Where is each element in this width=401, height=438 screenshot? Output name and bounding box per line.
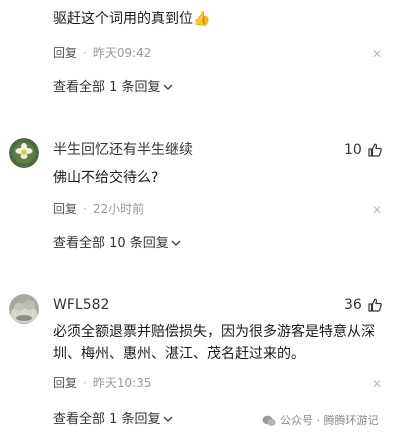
- view-all-replies-button[interactable]: 查看全部 10 条回复: [53, 235, 181, 253]
- thumbs-up-icon: [368, 298, 382, 312]
- thumbs-up-emoji: 👍: [193, 11, 211, 27]
- username[interactable]: 半生回忆还有半生继续: [53, 141, 193, 159]
- comment-time: 昨天10:35: [92, 376, 152, 390]
- like-count: 10: [344, 142, 362, 158]
- chevron-down-icon: [163, 416, 173, 422]
- comment-text: 驱赶这个词用的真到位👍: [53, 11, 211, 27]
- reply-button[interactable]: 回复: [53, 46, 77, 60]
- chevron-down-icon: [171, 240, 181, 246]
- wechat-icon: [262, 415, 276, 426]
- comment-time: 昨天09:42: [92, 46, 152, 60]
- like-button[interactable]: 36: [344, 296, 383, 314]
- comment-meta: 回复 · 22小时前: [53, 202, 145, 216]
- close-icon[interactable]: ✕: [372, 378, 382, 390]
- comment-meta: 回复 · 昨天10:35: [53, 376, 152, 390]
- like-count: 36: [344, 297, 362, 313]
- comment-text: 佛山不给交待么?: [53, 170, 159, 186]
- close-icon[interactable]: ✕: [372, 48, 382, 60]
- chevron-down-icon: [163, 84, 173, 90]
- view-all-replies-button[interactable]: 查看全部 1 条回复: [53, 411, 173, 429]
- avatar[interactable]: [9, 138, 39, 168]
- thumbs-up-icon: [368, 143, 382, 157]
- avatar[interactable]: [9, 294, 39, 324]
- watermark: 公众号 · 腾腾环游记: [262, 414, 379, 428]
- comment-time: 22小时前: [92, 202, 145, 216]
- comment-meta: 回复 · 昨天09:42: [53, 46, 152, 60]
- reply-button[interactable]: 回复: [53, 376, 77, 390]
- reply-button[interactable]: 回复: [53, 202, 77, 216]
- view-all-replies-button[interactable]: 查看全部 1 条回复: [53, 79, 173, 97]
- close-icon[interactable]: ✕: [372, 204, 382, 216]
- comment-text-line: 必须全额退票并赔偿损失，因为很多游客是特意从深: [53, 324, 375, 340]
- comment-text-line: 圳、梅州、惠州、湛江、茂名赶过来的。: [53, 346, 305, 362]
- username[interactable]: WFL582: [53, 296, 109, 314]
- like-button[interactable]: 10: [344, 141, 383, 159]
